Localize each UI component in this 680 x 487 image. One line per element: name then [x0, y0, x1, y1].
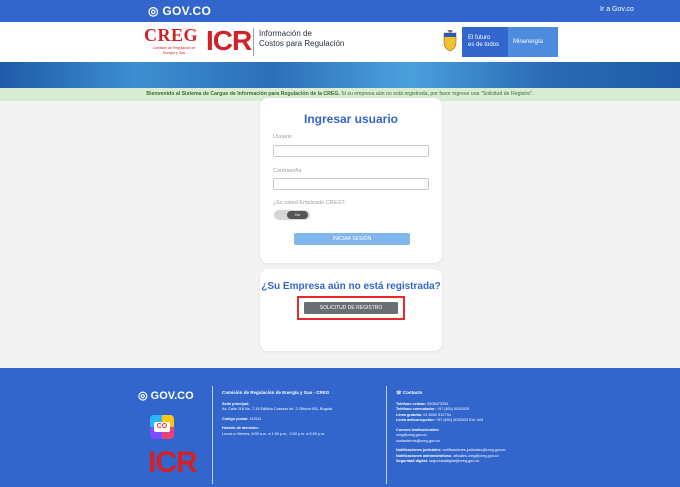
futuro-line2: es de todos: [468, 42, 500, 48]
employee-toggle[interactable]: No: [274, 210, 310, 220]
footer-gov-logo[interactable]: ◎ GOV.CO: [138, 389, 194, 402]
switch-label: Teléfono conmutador:: [396, 407, 436, 411]
judicial-value[interactable]: notificaciones.judiciales@creg.gov.co: [443, 448, 506, 452]
creg-logo-word: CREG: [144, 25, 199, 45]
header-banner: [0, 62, 680, 88]
co-badge-text: CO: [154, 422, 170, 432]
footer-divider: [212, 386, 213, 484]
register-button[interactable]: SOLICITUD DE REGISTRO: [304, 302, 398, 314]
digital-value[interactable]: seguridaddigital@creg.gov.co: [429, 459, 479, 463]
futuro-badge: El futuro es de todos: [462, 27, 508, 57]
brand-divider: [253, 28, 254, 56]
creg-logo-subtitle: Comisión de Regulación de Energía y Gas: [152, 46, 196, 55]
digital-row: Seguridad digital: seguridaddigital@creg…: [396, 459, 576, 465]
username-label: Usuario: [273, 134, 292, 140]
gov-bar: ◎ GOV.CO Ir a Gov.co: [0, 0, 680, 22]
contact-title-text: Contacto: [402, 390, 423, 395]
creg-logo[interactable]: CREG Comisión de Regulación de Energía y…: [144, 25, 202, 59]
icr-logo[interactable]: ICR: [206, 24, 252, 58]
postal-value: 110111: [249, 416, 262, 421]
password-label: Contraseña: [273, 168, 302, 174]
contact-title: ☏ Contacto: [396, 390, 423, 395]
gov-logo[interactable]: ◎ GOV.CO: [148, 4, 211, 18]
cell-label: Teléfono celular:: [396, 401, 427, 406]
register-card: ¿Su Empresa aún no está registrada? SOLI…: [260, 269, 442, 351]
futuro-line1: El futuro: [468, 35, 491, 41]
footer-entity-column: Comisión de Regulación de Energía y Gas …: [222, 390, 382, 437]
ministry-badge[interactable]: Minenergía: [508, 27, 558, 57]
login-card: Ingresar usuario Usuario Contraseña ¿Es …: [260, 98, 442, 263]
icr-title-line1: Información de: [259, 29, 312, 38]
gov-link[interactable]: Ir a Gov.co: [600, 6, 634, 13]
switch-value: +57 (601) 6032020: [436, 407, 470, 411]
employee-toggle-knob: No: [287, 211, 308, 219]
coat-of-arms-icon: [443, 30, 457, 52]
password-input[interactable]: [273, 178, 429, 190]
free-value: 01 8000 512734: [423, 412, 451, 417]
footer-icr-logo: ICR: [148, 446, 198, 479]
cell-value: 3208473254: [427, 401, 449, 406]
login-title: Ingresar usuario: [303, 112, 399, 126]
footer: ◎ GOV.CO CO ICR Comisión de Regulación d…: [0, 368, 680, 487]
footer-divider-2: [386, 386, 387, 484]
anticorr-label: Línea anticorrupción:: [396, 418, 435, 422]
brand-bar: CREG Comisión de Regulación de Energía y…: [0, 22, 680, 62]
login-button[interactable]: INICIAR SESIÓN: [294, 233, 410, 245]
free-label: Línea gratuita:: [396, 412, 423, 417]
footer-contact-column: ☏ Contacto Teléfono celular: 3208473254 …: [396, 390, 576, 465]
admin-label: Notificaciones administrativas:: [396, 453, 453, 458]
icr-title-line2: Costos para Regulación: [259, 39, 345, 48]
co-badge-icon: CO: [150, 415, 174, 439]
footer-entity-name: Comisión de Regulación de Energía y Gas …: [222, 390, 330, 395]
judicial-label: Notificaciones judiciales:: [396, 448, 442, 452]
icr-title: Información de Costos para Regulación: [259, 29, 344, 49]
digital-label: Seguridad digital:: [396, 459, 429, 463]
gov-logo-text: GOV.CO: [162, 4, 212, 18]
welcome-rest: Si su empresa aún no está registrada, po…: [339, 91, 534, 97]
welcome-bold: Bienvenido al Sistema de Cargue de Infor…: [146, 91, 340, 97]
employee-label: ¿Es usted Empleado CREG?:: [273, 200, 347, 206]
admin-value[interactable]: oficiales.creg@creg.gov.co: [453, 454, 498, 458]
username-input[interactable]: [273, 145, 429, 157]
hours-value: Lunes a Viernes, 8:00 a.m. a 1:00 p.m., …: [222, 431, 326, 436]
register-title: ¿Su Empresa aún no está registrada?: [261, 281, 441, 292]
postal-label: Código postal:: [222, 416, 249, 421]
anticorr-value: +57 (601) 6032020 Ext. 444: [435, 418, 484, 422]
footer-gov-logo-text: GOV.CO: [150, 390, 194, 402]
